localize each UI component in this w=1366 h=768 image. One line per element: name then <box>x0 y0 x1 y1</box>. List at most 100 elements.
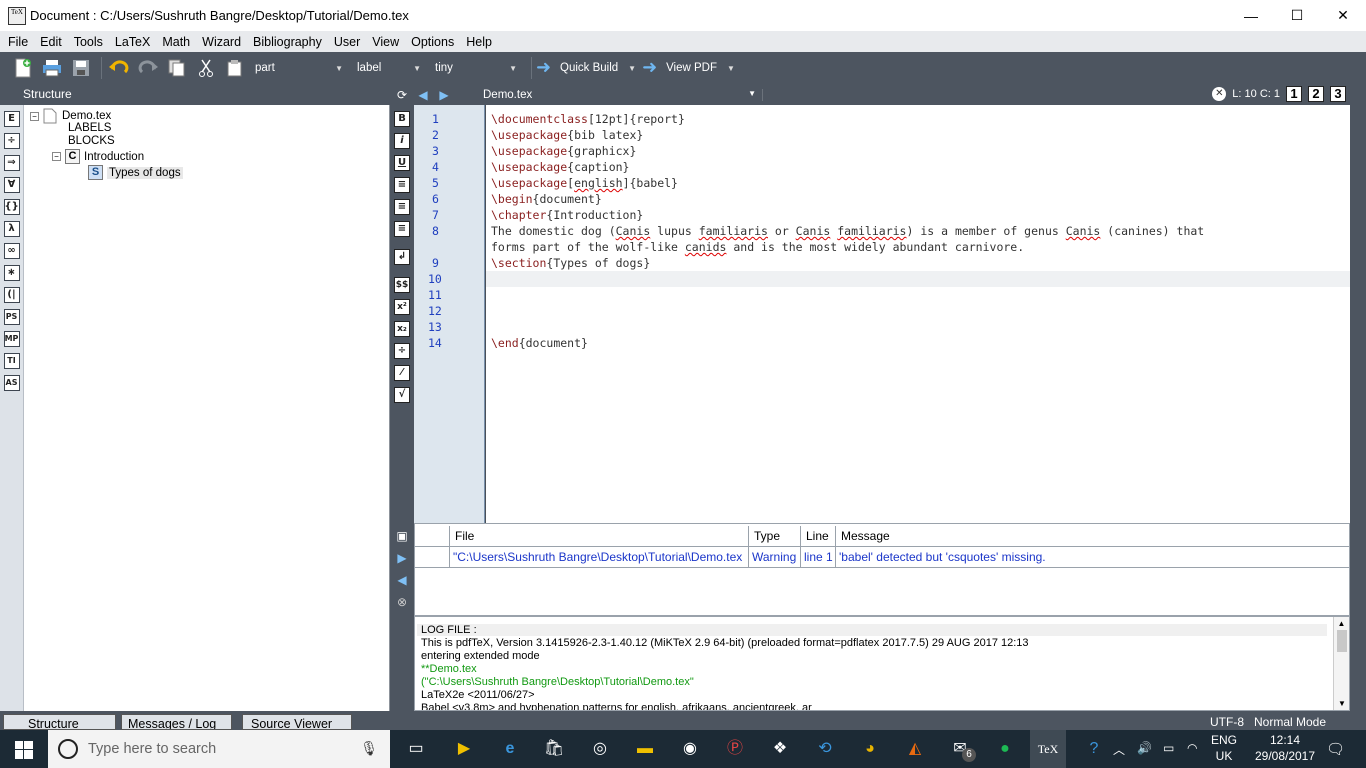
newline-icon[interactable]: ↲ <box>394 249 410 265</box>
collapse-icon[interactable]: − <box>30 111 39 121</box>
menu-file[interactable]: File <box>2 35 34 49</box>
tray-chevron-icon[interactable]: ︿ <box>1113 741 1125 758</box>
tab-messages-log[interactable]: Messages / Log <box>121 714 232 730</box>
log-panel[interactable]: LOG FILE : This is pdfTeX, Version 3.141… <box>414 616 1350 711</box>
task-view-icon[interactable]: ▭ <box>405 738 427 760</box>
menu-bibliography[interactable]: Bibliography <box>247 35 328 49</box>
align-left-icon[interactable]: ≡ <box>394 177 410 193</box>
arrows-icon[interactable]: ⇒ <box>3 155 20 171</box>
misc-math-icon[interactable]: ∀ <box>3 177 20 193</box>
column-header-line[interactable]: Line <box>801 526 836 546</box>
tree-node-blocks[interactable]: BLOCKS <box>68 135 115 147</box>
scroll-down-icon[interactable]: ▼ <box>1338 699 1346 708</box>
greek-icon[interactable]: λ <box>3 221 20 237</box>
bold-icon[interactable]: B <box>394 111 410 127</box>
dropbox-icon[interactable]: ❖ <box>769 738 791 760</box>
refresh-icon[interactable]: ⟳ <box>393 88 411 102</box>
video-editor-icon[interactable]: ▶ <box>453 738 475 760</box>
align-right-icon[interactable]: ≡ <box>394 221 410 237</box>
spotify-icon[interactable]: ● <box>994 738 1016 760</box>
view-3-button[interactable]: 3 <box>1330 86 1346 102</box>
menu-wizard[interactable]: Wizard <box>196 35 247 49</box>
math-mode-icon[interactable]: $$ <box>394 277 410 293</box>
tree-node-chapter[interactable]: − C Introduction <box>52 149 144 164</box>
file-explorer-icon[interactable]: ▬ <box>634 738 656 760</box>
chrome-icon[interactable]: ◕ <box>859 738 881 760</box>
asterisk-icon[interactable]: ∗ <box>3 265 20 281</box>
previous-error-icon[interactable]: ◀ <box>395 573 409 587</box>
table-row[interactable]: "C:\Users\Sushruth Bangre\Desktop\Tutori… <box>415 547 1349 568</box>
collapse-icon[interactable]: − <box>52 152 61 161</box>
clock[interactable]: 12:14 29/08/2017 <box>1252 733 1318 763</box>
quick-build-button[interactable]: ➜ Quick Build ▼ <box>536 58 636 78</box>
dfrac-icon[interactable]: ⁄ <box>394 365 410 381</box>
redo-icon[interactable] <box>135 55 161 81</box>
close-button[interactable]: ✕ <box>1320 0 1366 31</box>
superscript-icon[interactable]: x² <box>394 299 410 315</box>
subscript-icon[interactable]: x₂ <box>394 321 410 337</box>
groove-music-icon[interactable]: ◉ <box>679 738 701 760</box>
menu-user[interactable]: User <box>328 35 366 49</box>
new-file-icon[interactable] <box>10 55 36 81</box>
chevron-down-icon[interactable]: ▼ <box>628 64 636 73</box>
wifi-icon[interactable]: ◠ <box>1187 741 1197 755</box>
underline-icon[interactable]: U <box>394 155 410 171</box>
sync-app-icon[interactable]: ⟲ <box>814 738 836 760</box>
texmaker-taskbar-icon[interactable]: TeX <box>1030 730 1066 768</box>
tab-source-viewer[interactable]: Source Viewer <box>242 714 352 730</box>
log-view-icon[interactable]: ▣ <box>395 529 409 543</box>
print-icon[interactable] <box>39 55 65 81</box>
notifications-icon[interactable]: 🗨 <box>1326 740 1345 758</box>
italic-icon[interactable]: i <box>394 133 410 149</box>
next-error-icon[interactable]: ▶ <box>395 551 409 565</box>
minimize-button[interactable]: — <box>1228 0 1274 31</box>
store-icon[interactable]: 🛍 <box>543 738 565 760</box>
battery-icon[interactable]: ▭ <box>1163 741 1174 755</box>
delimiters-icon[interactable]: (| <box>3 287 20 303</box>
chevron-down-icon[interactable]: ▼ <box>727 64 735 73</box>
copy-icon[interactable] <box>164 55 190 81</box>
infinity-icon[interactable]: ∞ <box>3 243 20 259</box>
structure-list-icon[interactable]: E <box>3 111 20 127</box>
edge-browser-icon[interactable]: e <box>499 738 521 760</box>
asymptote-icon[interactable]: AS <box>3 375 20 391</box>
align-center-icon[interactable]: ≡ <box>394 199 410 215</box>
tripadvisor-icon[interactable]: ◎ <box>589 738 611 760</box>
braces-icon[interactable]: {} <box>3 199 20 215</box>
menu-math[interactable]: Math <box>156 35 196 49</box>
view-1-button[interactable]: 1 <box>1286 86 1302 102</box>
column-header-file[interactable]: File <box>450 526 749 546</box>
tikz-icon[interactable]: TI <box>3 353 20 369</box>
forward-icon[interactable]: ▶ <box>435 88 453 102</box>
operators-icon[interactable]: ÷ <box>3 133 20 149</box>
undo-icon[interactable] <box>106 55 132 81</box>
document-select[interactable]: Demo.tex ▼ <box>483 88 763 101</box>
back-icon[interactable]: ◀ <box>414 88 432 102</box>
status-encoding[interactable]: UTF-8 <box>1210 715 1244 729</box>
menu-view[interactable]: View <box>366 35 405 49</box>
menu-tools[interactable]: Tools <box>68 35 109 49</box>
presentation-app-icon[interactable]: Ⓟ <box>724 738 746 760</box>
column-header-message[interactable]: Message <box>836 526 1348 546</box>
help-icon[interactable]: ? <box>1083 738 1105 760</box>
windows-start-icon[interactable] <box>15 741 33 764</box>
column-header-type[interactable]: Type <box>749 526 801 546</box>
scroll-thumb[interactable] <box>1336 630 1347 652</box>
maximize-button[interactable]: ☐ <box>1274 0 1320 31</box>
view-pdf-button[interactable]: ➜ View PDF ▼ <box>642 58 735 78</box>
sectioning-select[interactable]: part ▼ <box>251 58 347 78</box>
code-editor[interactable]: \documentclass[12pt]{report} \usepackage… <box>486 105 1350 523</box>
tree-node-labels[interactable]: LABELS <box>68 122 111 134</box>
save-icon[interactable] <box>68 55 94 81</box>
tree-node-section[interactable]: S Types of dogs <box>88 165 183 180</box>
log-scrollbar[interactable]: ▲ ▼ <box>1333 617 1349 710</box>
menu-edit[interactable]: Edit <box>34 35 68 49</box>
clear-messages-icon[interactable]: ⊗ <box>395 595 409 609</box>
sqrt-icon[interactable]: √ <box>394 387 410 403</box>
tab-structure[interactable]: Structure <box>3 714 116 730</box>
menu-latex[interactable]: LaTeX <box>109 35 156 49</box>
view-2-button[interactable]: 2 <box>1308 86 1324 102</box>
microphone-icon[interactable]: 🎙 <box>360 740 378 757</box>
scroll-up-icon[interactable]: ▲ <box>1334 619 1349 628</box>
pstricks-icon[interactable]: PS <box>3 309 20 325</box>
